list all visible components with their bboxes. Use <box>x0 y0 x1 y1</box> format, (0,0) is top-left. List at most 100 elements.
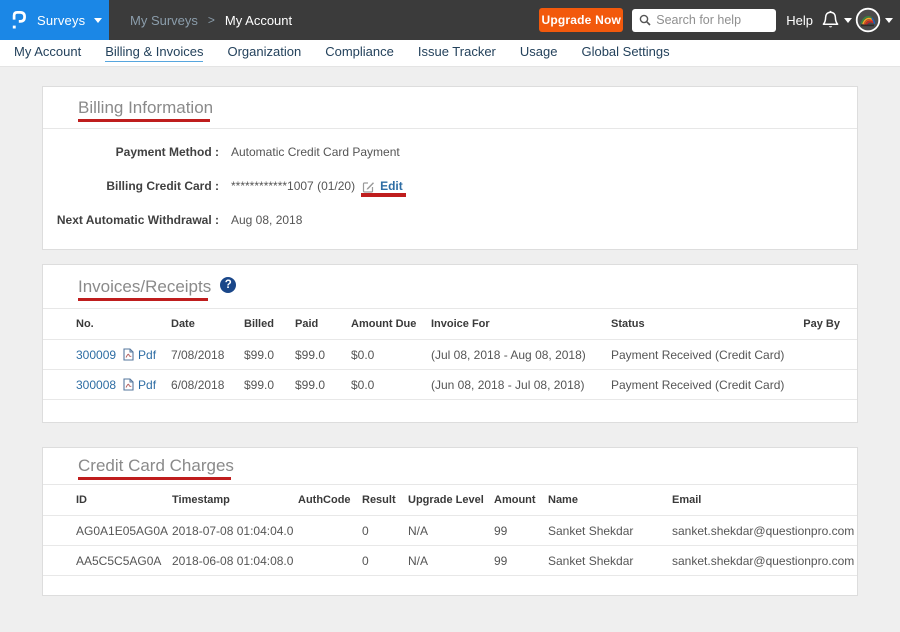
search-input[interactable] <box>656 13 769 27</box>
breadcrumb-my-surveys[interactable]: My Surveys <box>130 13 198 28</box>
invoice-billed: $99.0 <box>244 348 295 362</box>
edit-link[interactable]: Edit <box>380 179 403 193</box>
charge-upgrade-level: N/A <box>408 524 494 538</box>
charge-result: 0 <box>362 524 408 538</box>
invoice-no-cell: 300008 Pdf <box>76 378 171 392</box>
account-menu[interactable] <box>855 7 893 33</box>
billing-credit-card-row: Billing Credit Card : ************1007 (… <box>43 169 857 203</box>
avatar-logo-icon <box>855 7 881 33</box>
credit-card-charges-card: Credit Card Charges ID Timestamp AuthCod… <box>42 447 858 596</box>
billing-information-card: Billing Information Payment Method : Aut… <box>42 86 858 250</box>
page-content: Billing Information Payment Method : Aut… <box>0 67 900 596</box>
invoices-receipts-title: Invoices/Receipts <box>78 277 211 297</box>
charge-id: AG0A1E05AG0A <box>76 524 172 538</box>
col-pay-by: Pay By <box>799 318 857 330</box>
caret-down-icon <box>844 18 852 23</box>
col-billed: Billed <box>244 318 295 330</box>
search-icon <box>639 14 651 26</box>
col-id: ID <box>76 494 172 506</box>
pdf-file-icon[interactable] <box>123 378 134 391</box>
charge-email: sanket.shekdar@questionpro.com <box>672 524 857 538</box>
edit-pencil-icon[interactable] <box>362 180 375 193</box>
billing-information-fields: Payment Method : Automatic Credit Card P… <box>43 129 857 249</box>
edit-credit-card: Edit <box>362 179 403 193</box>
col-amount: Amount <box>494 494 548 506</box>
next-withdrawal-value: Aug 08, 2018 <box>231 213 302 227</box>
invoice-row: 300009 Pdf 7/08/2018 $99.0 $99.0 $0.0 (J… <box>43 340 857 370</box>
tab-billing-invoices[interactable]: Billing & Invoices <box>105 44 203 62</box>
col-invoice-for: Invoice For <box>431 318 611 330</box>
charge-id: AA5C5C5AG0A <box>76 554 172 568</box>
col-upgrade-level: Upgrade Level <box>408 494 494 506</box>
next-withdrawal-label: Next Automatic Withdrawal : <box>43 213 219 227</box>
col-amount-due: Amount Due <box>351 318 431 330</box>
tab-usage[interactable]: Usage <box>520 44 558 62</box>
billing-credit-card-value: ************1007 (01/20) <box>231 179 355 193</box>
questionpro-logo-icon <box>12 11 26 30</box>
help-link[interactable]: Help <box>786 13 813 28</box>
charge-upgrade-level: N/A <box>408 554 494 568</box>
invoices-table: No. Date Billed Paid Amount Due Invoice … <box>43 309 857 422</box>
caret-down-icon <box>94 18 102 23</box>
col-name: Name <box>548 494 672 506</box>
tab-issue-tracker[interactable]: Issue Tracker <box>418 44 496 62</box>
col-email: Email <box>672 494 857 506</box>
tab-my-account[interactable]: My Account <box>14 44 81 62</box>
invoice-paid: $99.0 <box>295 348 351 362</box>
breadcrumb-separator-icon: > <box>208 13 215 27</box>
edit-annotation-underline <box>361 193 406 197</box>
invoices-table-header: No. Date Billed Paid Amount Due Invoice … <box>43 309 857 340</box>
question-circle-icon[interactable]: ? <box>220 277 236 293</box>
charge-amount: 99 <box>494 524 548 538</box>
account-nav: My Account Billing & Invoices Organizati… <box>0 40 900 67</box>
charges-table: ID Timestamp AuthCode Result Upgrade Lev… <box>43 485 857 595</box>
tab-compliance[interactable]: Compliance <box>325 44 394 62</box>
next-withdrawal-row: Next Automatic Withdrawal : Aug 08, 2018 <box>43 203 857 237</box>
charge-row: AG0A1E05AG0A 2018-07-08 01:04:04.0 0 N/A… <box>43 516 857 546</box>
product-menu-button[interactable]: Surveys <box>0 0 109 40</box>
breadcrumb: My Surveys > My Account <box>130 13 292 28</box>
col-paid: Paid <box>295 318 351 330</box>
col-date: Date <box>171 318 244 330</box>
charge-row: AA5C5C5AG0A 2018-06-08 01:04:08.0 0 N/A … <box>43 546 857 576</box>
pdf-file-icon[interactable] <box>123 348 134 361</box>
help-search-box[interactable] <box>632 9 776 32</box>
charge-email: sanket.shekdar@questionpro.com <box>672 554 857 568</box>
bell-icon <box>821 10 840 30</box>
billing-information-title: Billing Information <box>78 98 213 118</box>
invoice-pdf-link[interactable]: Pdf <box>138 378 156 392</box>
payment-method-row: Payment Method : Automatic Credit Card P… <box>43 135 857 169</box>
charges-table-header: ID Timestamp AuthCode Result Upgrade Lev… <box>43 485 857 516</box>
credit-card-charges-header: Credit Card Charges <box>43 448 857 485</box>
notifications-menu[interactable] <box>821 10 852 30</box>
col-result: Result <box>362 494 408 506</box>
invoice-status: Payment Received (Credit Card) <box>611 348 799 362</box>
invoice-amount-due: $0.0 <box>351 348 431 362</box>
invoice-number-link[interactable]: 300009 <box>76 348 116 362</box>
payment-method-label: Payment Method : <box>43 145 219 159</box>
invoice-date: 6/08/2018 <box>171 378 244 392</box>
invoice-amount-due: $0.0 <box>351 378 431 392</box>
invoice-pdf-link[interactable]: Pdf <box>138 348 156 362</box>
payment-method-value: Automatic Credit Card Payment <box>231 145 400 159</box>
tab-organization[interactable]: Organization <box>227 44 301 62</box>
invoice-number-link[interactable]: 300008 <box>76 378 116 392</box>
upgrade-now-button[interactable]: Upgrade Now <box>539 8 623 32</box>
invoice-billed: $99.0 <box>244 378 295 392</box>
product-menu-label: Surveys <box>37 13 85 28</box>
charge-amount: 99 <box>494 554 548 568</box>
top-bar: Surveys My Surveys > My Account Upgrade … <box>0 0 900 40</box>
invoices-receipts-card: Invoices/Receipts ? No. Date Billed Paid… <box>42 264 858 423</box>
invoices-receipts-header: Invoices/Receipts ? <box>43 265 857 309</box>
billing-credit-card-label: Billing Credit Card : <box>43 179 219 193</box>
billing-information-header: Billing Information <box>43 87 857 129</box>
col-authcode: AuthCode <box>298 494 362 506</box>
tab-global-settings[interactable]: Global Settings <box>581 44 669 62</box>
invoice-for: (Jul 08, 2018 - Aug 08, 2018) <box>431 348 611 362</box>
charge-timestamp: 2018-06-08 01:04:08.0 <box>172 554 298 568</box>
invoice-row: 300008 Pdf 6/08/2018 $99.0 $99.0 $0.0 (J… <box>43 370 857 400</box>
charge-name: Sanket Shekdar <box>548 554 672 568</box>
invoice-date: 7/08/2018 <box>171 348 244 362</box>
charge-name: Sanket Shekdar <box>548 524 672 538</box>
col-no: No. <box>76 318 171 330</box>
